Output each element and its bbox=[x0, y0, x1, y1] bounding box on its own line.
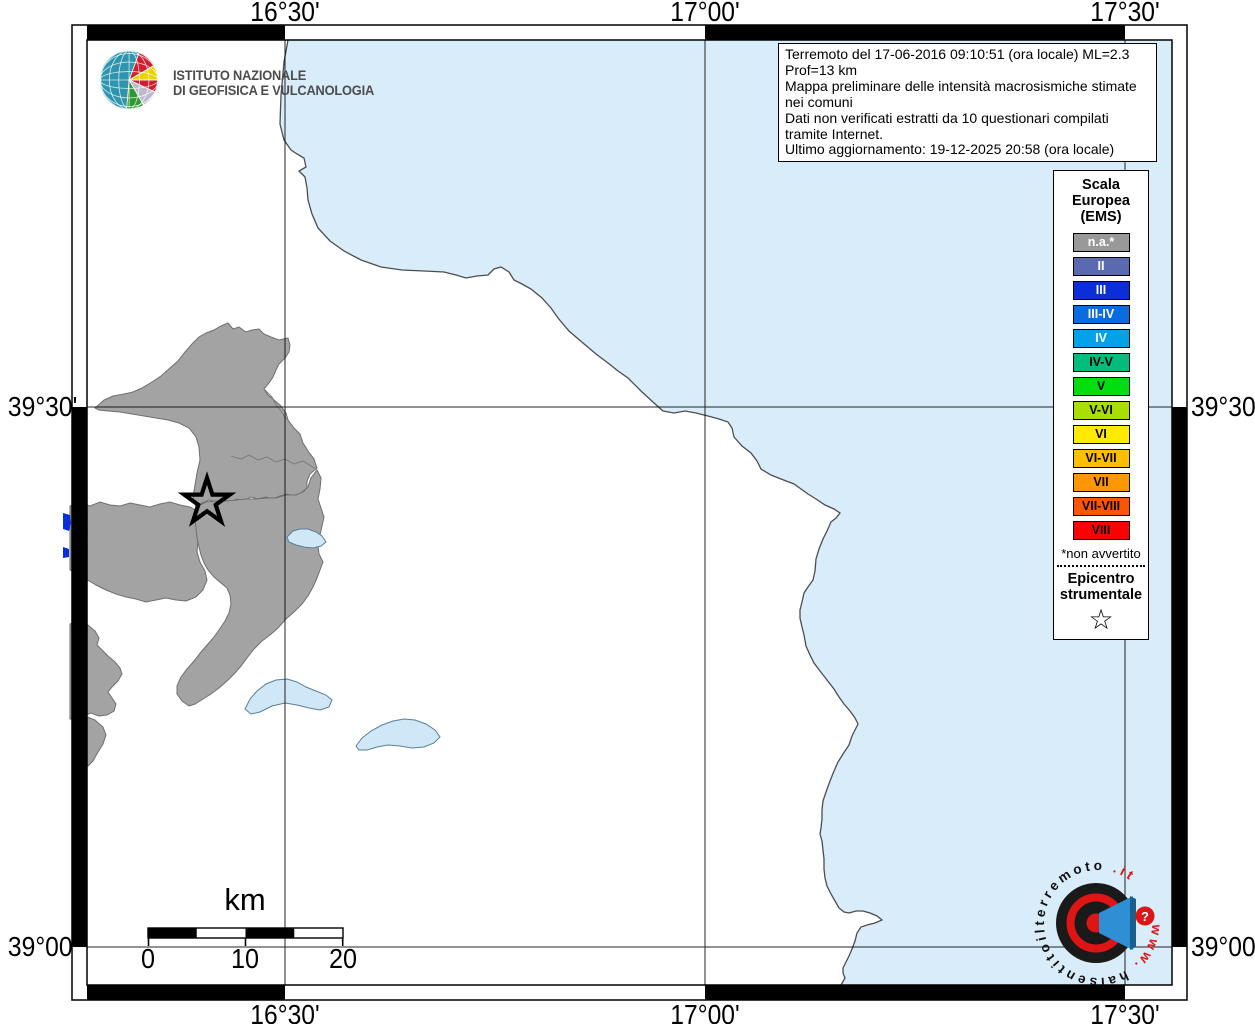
scale-bar-unit: km bbox=[224, 882, 266, 917]
legend-items: n.a.* II III III-IV IV IV-V V V-VI VI VI… bbox=[1054, 233, 1148, 540]
ingv-name-line2: DI GEOFISICA E VULCANOLOGIA bbox=[173, 83, 375, 98]
axis-label-right-1: 39°30' bbox=[1191, 391, 1255, 422]
legend-item: II bbox=[1072, 257, 1130, 276]
legend-item: III-IV bbox=[1072, 305, 1130, 324]
scale-bar-tick-20: 20 bbox=[328, 943, 358, 974]
legend-epicenter-label-line1: Epicentro bbox=[1067, 571, 1135, 587]
legend-title-line: Europea bbox=[1071, 193, 1130, 209]
legend-item: V-VI bbox=[1072, 401, 1130, 420]
axis-label-left-1: 39°30' bbox=[7, 391, 78, 422]
macroseismic-map-page: 16°30' 17°00' 17°30' 16°30' 17°00' 17°30… bbox=[0, 0, 1255, 1024]
ingv-name: ISTITUTO NAZIONALE DI GEOFISICA E VULCAN… bbox=[173, 68, 374, 98]
legend-epicenter-label-line2: strumentale bbox=[1059, 587, 1143, 603]
scale-bar-tick-0: 0 bbox=[140, 943, 156, 974]
legend-item: VI-VII bbox=[1072, 449, 1130, 468]
scale-bar-tick-10: 10 bbox=[230, 943, 260, 974]
event-info-line: Dati non verificati estratti da 10 quest… bbox=[785, 109, 1109, 142]
watermark-tld: .it bbox=[1111, 860, 1139, 884]
event-info-line: Terremoto del 17-06-2016 09:10:51 (ora l… bbox=[785, 46, 1130, 78]
legend-item: IV-V bbox=[1072, 353, 1130, 372]
question-mark-icon: ? bbox=[1141, 909, 1149, 924]
axis-label-top-1: 16°30' bbox=[250, 0, 320, 27]
legend-title-line: (EMS) bbox=[1080, 209, 1122, 225]
lake bbox=[355, 718, 441, 751]
axis-label-top-2: 17°00' bbox=[670, 0, 740, 27]
ingv-globe-icon bbox=[99, 50, 159, 110]
legend-item: IV bbox=[1072, 329, 1130, 348]
lake bbox=[244, 678, 333, 715]
axis-label-bottom-1: 16°30' bbox=[250, 999, 320, 1024]
event-info-box: Terremoto del 17-06-2016 09:10:51 (ora l… bbox=[778, 43, 1157, 163]
axis-label-top-3: 17°30' bbox=[1090, 0, 1160, 27]
axis-label-right-2: 39°00' bbox=[1191, 931, 1255, 962]
legend-footnote: *non avvertito bbox=[1061, 546, 1141, 561]
intensity-legend: Scala Europea (EMS) n.a.* II III III-IV … bbox=[1053, 170, 1149, 640]
legend-divider bbox=[1057, 565, 1145, 567]
axis-label-bottom-2: 17°00' bbox=[670, 999, 740, 1024]
legend-item: III bbox=[1072, 281, 1130, 300]
legend-item: n.a.* bbox=[1072, 233, 1130, 252]
legend-item: VI bbox=[1072, 425, 1130, 444]
event-info-line: Mappa preliminare delle intensità macros… bbox=[785, 77, 1137, 110]
legend-title-line: Scala bbox=[1082, 177, 1120, 193]
municipality-shape bbox=[69, 501, 208, 603]
ingv-logo-block: ISTITUTO NAZIONALE DI GEOFISICA E VULCAN… bbox=[98, 46, 385, 114]
legend-item: V bbox=[1072, 377, 1130, 396]
legend-item: VIII bbox=[1072, 521, 1130, 540]
epicenter-star-icon: ☆ bbox=[1088, 604, 1114, 635]
axis-label-left-2: 39°00' bbox=[7, 931, 78, 962]
legend-item: VII-VIII bbox=[1072, 497, 1130, 516]
legend-item: VII bbox=[1072, 473, 1130, 492]
megaphone-cap bbox=[1130, 896, 1136, 950]
event-info-line: Ultimo aggiornamento: 19-12-2025 20:58 (… bbox=[785, 141, 1115, 158]
haisentitoilterremoto-logo: ? www. haisentitoilterremoto .it bbox=[1032, 858, 1161, 990]
ingv-name-line1: ISTITUTO NAZIONALE bbox=[173, 68, 307, 83]
